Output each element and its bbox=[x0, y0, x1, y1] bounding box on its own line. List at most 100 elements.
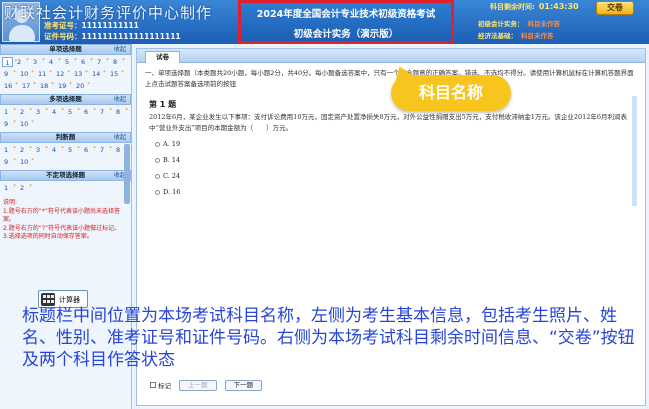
question-number[interactable]: 15 * bbox=[108, 69, 124, 79]
question-number-label: 3 bbox=[36, 108, 41, 116]
question-number-label: 5 bbox=[68, 108, 73, 116]
unanswered-star-icon: * bbox=[45, 146, 48, 152]
unanswered-star-icon: * bbox=[13, 70, 16, 76]
mark-label: 标记 bbox=[158, 382, 172, 390]
question-number-grid: 1*2*3*4*5*6*7*8*9*10* bbox=[0, 143, 131, 170]
mark-checkbox[interactable]: 标记 bbox=[150, 380, 171, 390]
collapse-link[interactable]: 收起 bbox=[114, 133, 126, 142]
unanswered-star-icon: * bbox=[87, 82, 90, 88]
question-number[interactable]: 9 * bbox=[2, 119, 16, 129]
notes: 说明: 1.题号右方的“*”符号代表该小题尚未选择答案。 2.题号右方的“?”符… bbox=[0, 196, 131, 245]
unanswered-star-icon: * bbox=[122, 58, 125, 64]
callout-label: 科目名称 bbox=[391, 75, 511, 111]
question-number-label: 12 bbox=[56, 70, 65, 78]
unanswered-star-icon: * bbox=[13, 108, 16, 114]
question-number[interactable]: 10 * bbox=[18, 119, 34, 129]
unanswered-star-icon: * bbox=[61, 146, 64, 152]
question-number[interactable]: 7 * bbox=[98, 107, 112, 117]
submit-button[interactable]: 交卷 bbox=[596, 1, 634, 15]
question-number[interactable]: 2 * bbox=[18, 145, 32, 155]
question-number-label: 11 bbox=[38, 70, 47, 78]
question-number[interactable]: 5 * bbox=[63, 57, 77, 67]
answer-option[interactable]: C. 24 bbox=[137, 168, 645, 184]
question-number[interactable]: 3 * bbox=[34, 107, 48, 117]
question-number[interactable]: 4 * bbox=[47, 57, 61, 67]
unanswered-star-icon: * bbox=[42, 58, 45, 64]
question-number[interactable]: 10 * bbox=[18, 157, 34, 167]
section-header: 不定项选择题 收起 bbox=[0, 170, 131, 181]
content-scrollbar[interactable] bbox=[632, 96, 637, 206]
question-number[interactable]: 2 * bbox=[15, 57, 29, 67]
id-value: 1111111111111111111 bbox=[81, 32, 181, 41]
question-number[interactable]: 5 * bbox=[66, 145, 80, 155]
question-number[interactable]: 17 * bbox=[20, 81, 36, 91]
question-number-label: 20 bbox=[76, 82, 85, 90]
checkbox-icon bbox=[150, 382, 156, 388]
question-number[interactable]: 9 * bbox=[2, 69, 16, 79]
question-number-label: 13 bbox=[74, 70, 83, 78]
question-number-label: 5 bbox=[68, 146, 73, 154]
question-number[interactable]: 19 * bbox=[56, 81, 72, 91]
question-number[interactable]: 4 * bbox=[50, 107, 64, 117]
question-number[interactable]: 3 * bbox=[34, 145, 48, 155]
question-number[interactable]: 4 * bbox=[50, 145, 64, 155]
radio-icon[interactable] bbox=[155, 141, 160, 147]
subject-status-2[interactable]: 经济法基础： 科目未作答 bbox=[478, 30, 560, 42]
tab-paper[interactable]: 试卷 bbox=[145, 51, 180, 63]
question-number[interactable]: 7 * bbox=[98, 145, 112, 155]
question-number[interactable]: 13 * bbox=[72, 69, 88, 79]
question-number[interactable]: 6 * bbox=[82, 107, 96, 117]
prev-question-button[interactable]: 上一题 bbox=[179, 379, 217, 391]
question-number[interactable]: 5 * bbox=[66, 107, 80, 117]
subject-status-1[interactable]: 初级会计实务： 科目未作答 bbox=[478, 18, 560, 30]
answer-option[interactable]: D. 16 bbox=[137, 184, 645, 200]
question-number[interactable]: 6 * bbox=[82, 145, 96, 155]
question-number-label: 1 bbox=[4, 146, 9, 154]
question-number[interactable]: 16 * bbox=[2, 81, 18, 91]
section-title: 单项选择题 bbox=[49, 45, 82, 53]
question-number[interactable]: 1 * bbox=[2, 107, 16, 117]
answer-option[interactable]: B. 14 bbox=[137, 152, 645, 168]
section-header: 单项选择题 收起 bbox=[0, 44, 131, 55]
unanswered-star-icon: * bbox=[13, 120, 16, 126]
section-title: 多项选择题 bbox=[49, 95, 82, 103]
question-number[interactable]: 3 * bbox=[31, 57, 45, 67]
question-number[interactable]: 12 * bbox=[54, 69, 70, 79]
unanswered-star-icon: * bbox=[61, 108, 64, 114]
question-number[interactable]: 18 * bbox=[38, 81, 54, 91]
question-number[interactable]: 1 * bbox=[2, 145, 16, 155]
ticket-label: 准考证号： bbox=[44, 21, 82, 30]
question-number-grid: 1 * 2 * bbox=[0, 181, 131, 196]
option-label: A. 19 bbox=[163, 140, 181, 148]
unanswered-star-icon: * bbox=[31, 120, 34, 126]
next-question-button[interactable]: 下一题 bbox=[224, 379, 263, 391]
question-number[interactable]: 8* bbox=[111, 57, 125, 67]
note-3: 3.选择选项的同时自动保存答案。 bbox=[3, 233, 93, 240]
question-number-label: 2 bbox=[20, 184, 25, 192]
question-number-label: 18 bbox=[40, 82, 49, 90]
question-number-label: 9 bbox=[4, 70, 9, 78]
question-number[interactable]: 7 * bbox=[95, 57, 109, 67]
question-number[interactable]: 14 * bbox=[90, 69, 106, 79]
question-number[interactable]: 10 * bbox=[18, 69, 34, 79]
question-number[interactable]: 2 * bbox=[18, 183, 32, 193]
radio-icon[interactable] bbox=[155, 157, 160, 163]
left-scrollbar[interactable] bbox=[124, 144, 130, 204]
option-label: B. 14 bbox=[163, 156, 181, 164]
question-number[interactable]: 6 * bbox=[79, 57, 93, 67]
question-number[interactable]: 9 * bbox=[2, 157, 16, 167]
question-number-label: 14 bbox=[92, 70, 101, 78]
radio-icon[interactable] bbox=[155, 189, 160, 195]
question-number[interactable]: 2 * bbox=[18, 107, 32, 117]
question-number[interactable]: 11 * bbox=[36, 69, 52, 79]
collapse-link[interactable]: 收起 bbox=[114, 45, 126, 54]
question-number[interactable]: 1 * bbox=[2, 183, 16, 193]
question-number[interactable]: 1 * bbox=[2, 57, 17, 67]
radio-icon[interactable] bbox=[155, 173, 160, 179]
question-number[interactable]: 20 * bbox=[74, 81, 90, 91]
unanswered-star-icon: * bbox=[103, 70, 106, 76]
answer-option[interactable]: A. 19 bbox=[137, 136, 645, 152]
question-number[interactable]: 8* bbox=[114, 107, 128, 117]
section-title: 判断题 bbox=[55, 133, 76, 141]
collapse-link[interactable]: 收起 bbox=[114, 95, 126, 104]
